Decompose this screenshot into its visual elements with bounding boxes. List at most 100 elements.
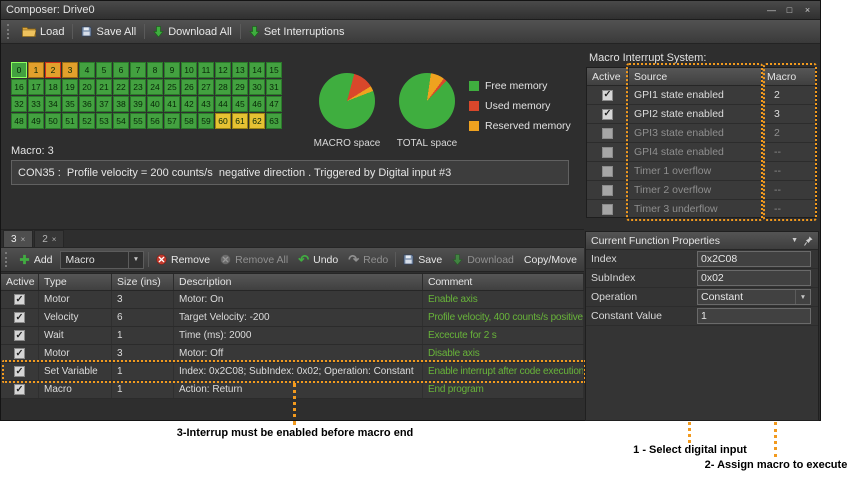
memory-cell[interactable]: 42 (181, 96, 197, 112)
memory-cell[interactable]: 46 (249, 96, 265, 112)
memory-cell[interactable]: 3 (62, 62, 78, 78)
memory-cell[interactable]: 5 (96, 62, 112, 78)
toolbar-grip[interactable] (7, 24, 11, 39)
property-input[interactable] (697, 270, 811, 286)
memory-cell[interactable]: 28 (215, 79, 231, 95)
memory-cell[interactable]: 39 (130, 96, 146, 112)
macro-tab-2[interactable]: 2× (34, 230, 64, 247)
active-checkbox[interactable]: ✓ (602, 90, 613, 101)
save-button[interactable]: Save (398, 252, 447, 268)
active-checkbox[interactable]: ✓ (602, 109, 613, 120)
load-button[interactable]: Load (16, 24, 70, 40)
memory-cell[interactable]: 33 (28, 96, 44, 112)
memory-cell[interactable]: 0 (11, 62, 27, 78)
memory-cell[interactable]: 61 (232, 113, 248, 129)
memory-cell[interactable]: 26 (181, 79, 197, 95)
memory-cell[interactable]: 17 (28, 79, 44, 95)
active-checkbox[interactable] (602, 147, 613, 158)
memory-cell[interactable]: 38 (113, 96, 129, 112)
remove-button[interactable]: Remove (151, 252, 215, 268)
memory-cell[interactable]: 44 (215, 96, 231, 112)
undo-button[interactable]: ↶ Undo (293, 251, 343, 268)
copy-move-button[interactable]: Copy/Move (519, 252, 582, 268)
memory-cell[interactable]: 10 (181, 62, 197, 78)
add-button[interactable]: Add (14, 252, 58, 268)
memory-cell[interactable]: 47 (266, 96, 282, 112)
title-bar[interactable]: Composer: Drive0 —□× (1, 1, 820, 20)
memory-cell[interactable]: 55 (130, 113, 146, 129)
memory-cell[interactable]: 1 (28, 62, 44, 78)
memory-cell[interactable]: 4 (79, 62, 95, 78)
redo-button[interactable]: ↷ Redo (343, 251, 393, 268)
active-checkbox[interactable]: ✓ (14, 348, 25, 359)
active-checkbox[interactable] (602, 185, 613, 196)
memory-cell[interactable]: 49 (28, 113, 44, 129)
memory-cell[interactable]: 7 (130, 62, 146, 78)
memory-cell[interactable]: 21 (96, 79, 112, 95)
save-all-button[interactable]: Save All (75, 24, 142, 40)
active-checkbox[interactable] (602, 128, 613, 139)
remove-all-button[interactable]: Remove All (215, 252, 293, 268)
instruction-row[interactable]: ✓Wait1Time (ms): 2000Excecute for 2 s (1, 327, 584, 345)
memory-cell[interactable]: 30 (249, 79, 265, 95)
active-checkbox[interactable]: ✓ (14, 312, 25, 323)
properties-title-bar[interactable]: Current Function Properties ▼ (586, 232, 818, 250)
memory-cell[interactable]: 63 (266, 113, 282, 129)
memory-cell[interactable]: 22 (113, 79, 129, 95)
memory-cell[interactable]: 51 (62, 113, 78, 129)
memory-cell[interactable]: 8 (147, 62, 163, 78)
memory-cell[interactable]: 20 (79, 79, 95, 95)
property-input[interactable] (697, 251, 811, 267)
active-checkbox[interactable]: ✓ (14, 330, 25, 341)
active-checkbox[interactable] (602, 204, 613, 215)
memory-cell[interactable]: 36 (79, 96, 95, 112)
memory-cell[interactable]: 62 (249, 113, 265, 129)
toolbar-grip[interactable] (5, 252, 9, 267)
memory-cell[interactable]: 48 (11, 113, 27, 129)
close-button[interactable]: × (800, 4, 815, 17)
memory-cell[interactable]: 24 (147, 79, 163, 95)
memory-cell[interactable]: 32 (11, 96, 27, 112)
set-interruptions-button[interactable]: Set Interruptions (243, 24, 351, 40)
instruction-row[interactable]: ✓Velocity6Target Velocity: -200Profile v… (1, 309, 584, 327)
tab-close-icon[interactable]: × (21, 235, 26, 244)
instruction-row[interactable]: ✓Motor3Motor: OnEnable axis (1, 291, 584, 309)
memory-cell[interactable]: 18 (45, 79, 61, 95)
macro-tab-3[interactable]: 3× (3, 230, 33, 247)
memory-cell[interactable]: 13 (232, 62, 248, 78)
memory-cell[interactable]: 34 (45, 96, 61, 112)
memory-cell[interactable]: 19 (62, 79, 78, 95)
memory-cell[interactable]: 45 (232, 96, 248, 112)
memory-cell[interactable]: 35 (62, 96, 78, 112)
memory-cell[interactable]: 57 (164, 113, 180, 129)
memory-cell[interactable]: 59 (198, 113, 214, 129)
memory-cell[interactable]: 40 (147, 96, 163, 112)
memory-cell[interactable]: 27 (198, 79, 214, 95)
memory-cell[interactable]: 25 (164, 79, 180, 95)
memory-cell[interactable]: 23 (130, 79, 146, 95)
active-checkbox[interactable] (602, 166, 613, 177)
download-button[interactable]: Download (447, 252, 519, 268)
active-checkbox[interactable]: ✓ (14, 294, 25, 305)
memory-cell[interactable]: 16 (11, 79, 27, 95)
memory-cell[interactable]: 31 (266, 79, 282, 95)
memory-cell[interactable]: 6 (113, 62, 129, 78)
memory-cell[interactable]: 41 (164, 96, 180, 112)
minimize-button[interactable]: — (764, 4, 779, 17)
memory-cell[interactable]: 29 (232, 79, 248, 95)
instruction-type-select[interactable]: Macro ▼ (60, 251, 144, 269)
download-all-button[interactable]: Download All (147, 24, 238, 40)
memory-cell[interactable]: 58 (181, 113, 197, 129)
memory-cell[interactable]: 14 (249, 62, 265, 78)
memory-cell[interactable]: 43 (198, 96, 214, 112)
memory-cell[interactable]: 37 (96, 96, 112, 112)
memory-cell[interactable]: 54 (113, 113, 129, 129)
memory-cell[interactable]: 2 (45, 62, 61, 78)
memory-cell[interactable]: 52 (79, 113, 95, 129)
tab-close-icon[interactable]: × (52, 235, 57, 244)
memory-cell[interactable]: 53 (96, 113, 112, 129)
property-select[interactable]: Constant▼ (697, 289, 811, 305)
maximize-button[interactable]: □ (782, 4, 797, 17)
memory-cell[interactable]: 50 (45, 113, 61, 129)
property-input[interactable] (697, 308, 811, 324)
